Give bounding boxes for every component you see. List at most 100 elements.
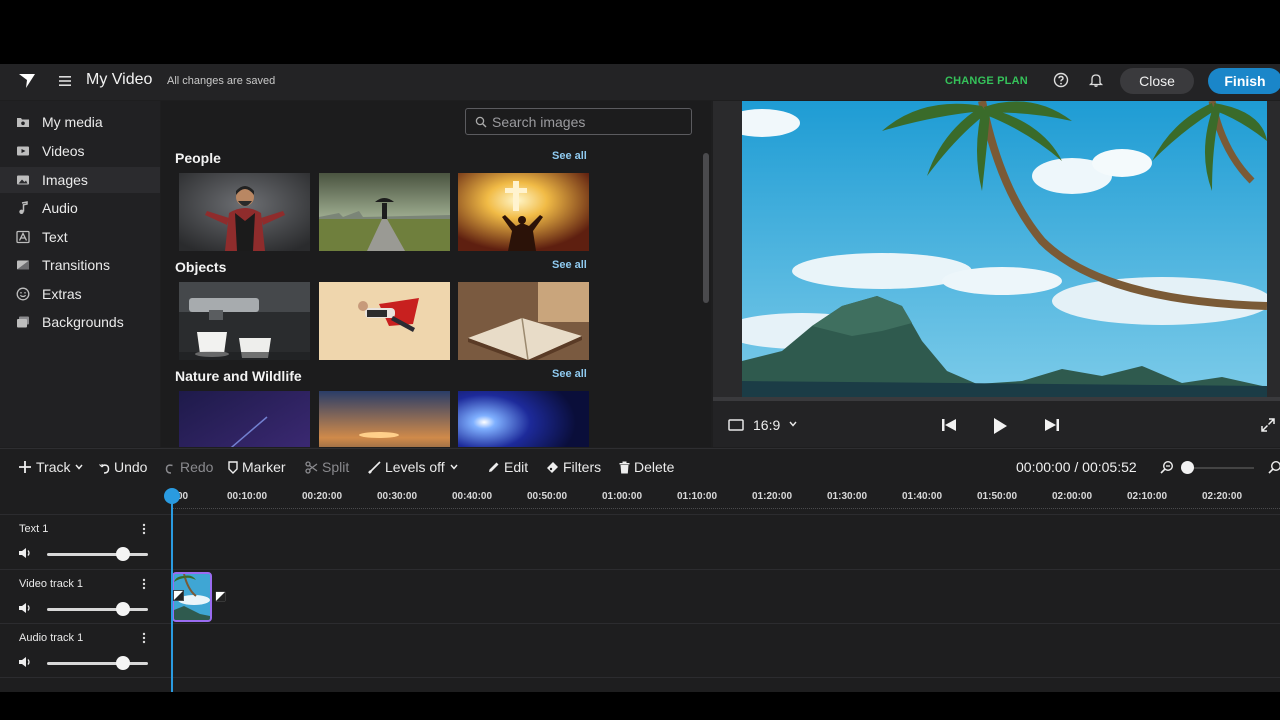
- volume-icon[interactable]: [18, 602, 32, 614]
- volume-slider-track[interactable]: [47, 553, 148, 556]
- levels-label: Levels off: [385, 459, 445, 475]
- image-thumbnail[interactable]: [179, 173, 310, 251]
- zoom-in-icon[interactable]: [1268, 460, 1280, 474]
- volume-icon[interactable]: [18, 656, 32, 668]
- volume-slider-track[interactable]: [47, 662, 148, 665]
- image-thumbnail[interactable]: [458, 173, 589, 251]
- search-icon: [475, 116, 487, 128]
- see-all-nature-link[interactable]: See all: [552, 368, 587, 380]
- search-input[interactable]: [492, 112, 682, 131]
- ruler-tick: 02:10:00: [1127, 491, 1168, 502]
- trash-icon: [619, 461, 630, 473]
- sidebar-item-my-media[interactable]: My media: [0, 109, 160, 135]
- zoom-slider-handle[interactable]: [1181, 461, 1194, 474]
- track-audio-1: Audio track 1: [0, 623, 1280, 678]
- add-track-button[interactable]: Track: [18, 459, 87, 475]
- help-icon[interactable]: [1053, 72, 1069, 88]
- skip-forward-icon[interactable]: [1043, 417, 1061, 433]
- split-label: Split: [322, 459, 350, 475]
- category-title-objects: Objects: [175, 259, 227, 275]
- music-note-icon: [19, 201, 28, 214]
- track-header: Audio track 1: [0, 624, 160, 678]
- ruler-tick: 02:20:00: [1202, 491, 1243, 502]
- preview-frame[interactable]: [742, 101, 1267, 397]
- transitions-icon: [17, 260, 29, 270]
- app-logo-icon[interactable]: [18, 72, 36, 90]
- playhead-handle[interactable]: [164, 488, 180, 504]
- volume-slider-handle[interactable]: [116, 547, 130, 561]
- volume-slider-handle[interactable]: [116, 602, 130, 616]
- more-options-icon[interactable]: [140, 632, 148, 644]
- project-title[interactable]: My Video: [86, 71, 152, 89]
- delete-label: Delete: [634, 459, 675, 475]
- sidebar-item-transitions[interactable]: Transitions: [0, 252, 160, 278]
- see-all-people-link[interactable]: See all: [552, 150, 587, 162]
- more-options-icon[interactable]: [140, 523, 148, 535]
- volume-slider-track[interactable]: [47, 608, 148, 611]
- sidebar-item-audio[interactable]: Audio: [0, 195, 160, 221]
- marker-button[interactable]: Marker: [228, 459, 286, 475]
- sidebar-item-label: Transitions: [42, 257, 110, 273]
- ruler-tick: 02:00:00: [1052, 491, 1093, 502]
- track-name[interactable]: Audio track 1: [19, 632, 83, 644]
- image-thumbnail[interactable]: [179, 391, 310, 447]
- edit-button[interactable]: Edit: [488, 459, 528, 475]
- image-thumbnail[interactable]: [319, 173, 450, 251]
- ruler-tick: 01:50:00: [977, 491, 1018, 502]
- volume-icon[interactable]: [18, 547, 32, 559]
- ruler-tick: 00:10:00: [227, 491, 268, 502]
- play-icon[interactable]: [992, 417, 1008, 435]
- library-scrollbar[interactable]: [703, 153, 709, 303]
- redo-button[interactable]: Redo: [165, 459, 213, 475]
- timeline-toolbar: Track Undo Redo Marker Split Levels off …: [0, 448, 1280, 484]
- see-all-objects-link[interactable]: See all: [552, 259, 587, 271]
- track-name[interactable]: Video track 1: [19, 578, 83, 590]
- transition-end-icon[interactable]: [215, 591, 226, 602]
- track-label: Track: [36, 459, 71, 475]
- track-name[interactable]: Text 1: [19, 523, 48, 535]
- split-button[interactable]: Split: [305, 459, 349, 475]
- hamburger-menu-icon[interactable]: [58, 74, 72, 88]
- image-thumbnail[interactable]: [458, 391, 589, 447]
- change-plan-link[interactable]: CHANGE PLAN: [945, 75, 1028, 87]
- chevron-down-icon[interactable]: [789, 421, 797, 427]
- track-text-1: Text 1: [0, 514, 1280, 568]
- ruler-tick: 01:00:00: [602, 491, 643, 502]
- zoom-slider-track[interactable]: [1184, 467, 1254, 469]
- volume-slider-handle[interactable]: [116, 656, 130, 670]
- chevron-down-icon: [75, 464, 84, 470]
- image-thumbnail[interactable]: [179, 282, 310, 360]
- sidebar-item-backgrounds[interactable]: Backgrounds: [0, 309, 160, 335]
- filters-button[interactable]: Filters: [546, 459, 601, 475]
- more-options-icon[interactable]: [140, 578, 148, 590]
- close-button[interactable]: Close: [1120, 68, 1194, 94]
- image-library: People See all: [161, 101, 711, 447]
- timeline-ruler[interactable]: 00 00:10:00 00:20:00 00:30:00 00:40:00 0…: [0, 484, 1280, 514]
- aspect-ratio-label[interactable]: 16:9: [753, 417, 780, 433]
- search-box[interactable]: [465, 108, 692, 135]
- sidebar-item-videos[interactable]: Videos: [0, 138, 160, 164]
- fullscreen-icon[interactable]: [1260, 417, 1276, 433]
- skip-back-icon[interactable]: [940, 417, 958, 433]
- image-thumbnail[interactable]: [319, 282, 450, 360]
- zoom-out-icon[interactable]: [1160, 460, 1174, 474]
- finish-button[interactable]: Finish: [1208, 68, 1280, 94]
- sidebar-item-label: Text: [42, 229, 68, 245]
- sidebar-item-images[interactable]: Images: [0, 167, 160, 193]
- levels-dropdown[interactable]: Levels off: [368, 459, 462, 475]
- bell-icon[interactable]: [1088, 72, 1104, 88]
- image-thumbnail[interactable]: [458, 282, 589, 360]
- levels-icon: [368, 460, 381, 474]
- backgrounds-icon: [17, 316, 29, 328]
- sidebar-item-extras[interactable]: Extras: [0, 281, 160, 307]
- folder-icon: [17, 118, 29, 127]
- aspect-ratio-icon[interactable]: [728, 419, 744, 431]
- playhead-line: [171, 502, 173, 692]
- image-thumbnail[interactable]: [319, 391, 450, 447]
- delete-button[interactable]: Delete: [619, 459, 674, 475]
- transition-start-icon[interactable]: [173, 590, 184, 601]
- undo-button[interactable]: Undo: [99, 459, 147, 475]
- media-sidebar: My media Videos Images Audio Text Transi…: [0, 101, 160, 447]
- sidebar-item-text[interactable]: Text: [0, 224, 160, 250]
- image-icon: [17, 175, 29, 185]
